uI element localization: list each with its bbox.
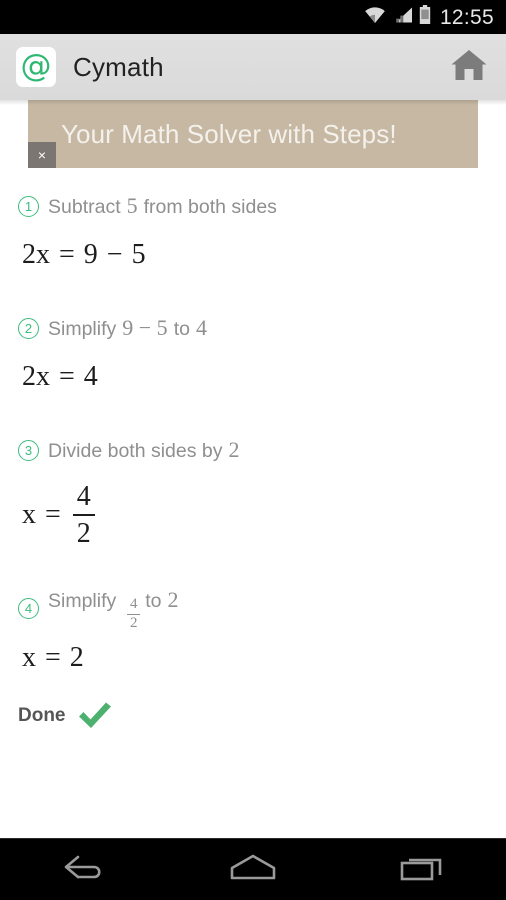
step-description: Subtract 5 from both sides <box>48 193 277 219</box>
nav-back-button[interactable] <box>39 846 129 894</box>
promo-banner-text: Your Math Solver with Steps! <box>61 118 397 149</box>
cymath-at-icon: @ <box>16 47 56 87</box>
step-number-badge: 4 <box>18 598 39 620</box>
android-nav-bar <box>0 838 506 900</box>
nav-home-button[interactable] <box>208 846 298 894</box>
step-desc-math: 2 <box>228 437 240 462</box>
home-icon <box>225 851 281 888</box>
step-desc-fraction: 4 2 <box>127 596 141 631</box>
solution-step: 1 Subtract 5 from both sides 2x = 9 − 5 <box>0 186 506 272</box>
fraction-numerator: 4 <box>130 596 138 613</box>
equation-token: 9 <box>83 239 98 270</box>
recents-icon <box>396 851 448 888</box>
step-desc-word: Simplify <box>48 318 117 340</box>
status-bar-clock: 12:55 <box>439 5 494 29</box>
step-header: 3 Divide both sides by 2 <box>18 430 488 470</box>
status-bar: 12:55 <box>0 0 506 34</box>
step-description: Simplify 4 2 to 2 <box>48 587 179 630</box>
fraction-denominator: 2 <box>130 614 138 631</box>
step-desc-math: 4 <box>195 315 207 340</box>
equation-token: − <box>106 239 123 270</box>
green-check-icon <box>77 701 113 731</box>
back-icon <box>58 851 110 888</box>
close-icon[interactable]: × <box>28 142 56 168</box>
equation-token: = <box>45 641 61 673</box>
step-desc-math: 5 <box>126 193 138 218</box>
equation-line: x = 2 <box>22 642 84 674</box>
fraction-numerator: 4 <box>76 481 91 512</box>
step-equation: x = 4 2 <box>18 470 488 549</box>
solution-step: 4 Simplify 4 2 to 2 x = 2 <box>0 587 506 675</box>
home-button[interactable] <box>446 44 492 90</box>
step-header: 1 Subtract 5 from both sides <box>18 186 488 226</box>
solution-step: 2 Simplify 9 − 5 to 4 2x = 4 <box>0 308 506 394</box>
step-equation: 2x = 9 − 5 <box>18 226 488 272</box>
equation-token: x <box>22 499 36 531</box>
step-header: 4 Simplify 4 2 to 2 <box>18 587 488 631</box>
app-bar: @ Cymath <box>0 34 506 105</box>
nav-recents-button[interactable] <box>377 846 467 894</box>
promo-banner-container: Your Math Solver with Steps! × <box>0 100 506 172</box>
equation-token: x <box>22 641 36 673</box>
equation-line: x = 4 2 <box>22 482 98 549</box>
step-desc-word: to <box>145 590 162 613</box>
step-number-badge: 1 <box>18 195 39 217</box>
equation-line: 2x = 9 − 5 <box>22 239 146 271</box>
step-equation: 2x = 4 <box>18 348 488 394</box>
step-desc-word: Divide both sides by <box>48 440 223 462</box>
fraction-bar <box>72 514 95 517</box>
equation-fraction: 4 2 <box>72 481 95 550</box>
step-desc-word: Simplify <box>48 590 117 613</box>
equation-token: = <box>59 361 75 392</box>
step-header: 2 Simplify 9 − 5 to 4 <box>18 308 488 348</box>
wifi-icon <box>363 6 387 29</box>
app-title: Cymath <box>73 51 164 82</box>
step-description: Divide both sides by 2 <box>48 437 240 463</box>
step-desc-math: 2 <box>167 587 179 613</box>
fraction-denominator: 2 <box>76 518 91 550</box>
at-glyph: @ <box>20 47 52 84</box>
step-number-badge: 2 <box>18 317 39 339</box>
solution-steps-list: 1 Subtract 5 from both sides 2x = 9 − 5 <box>0 172 506 838</box>
equation-token: 2x <box>22 239 50 270</box>
done-label: Done <box>18 704 66 726</box>
equation-token: 5 <box>131 239 146 270</box>
step-desc-math: 9 − 5 <box>122 315 168 340</box>
home-icon <box>450 48 488 87</box>
step-desc-word: Subtract <box>48 196 121 218</box>
equation-token: 4 <box>83 361 98 392</box>
equation-token: = <box>59 239 75 270</box>
step-equation: x = 2 <box>18 629 488 675</box>
equation-token: 2 <box>69 641 84 673</box>
battery-icon <box>419 5 431 29</box>
step-description: Simplify 9 − 5 to 4 <box>48 315 207 341</box>
status-bar-icons <box>363 5 431 29</box>
done-row: Done <box>0 675 506 731</box>
step-number-badge: 3 <box>18 439 39 461</box>
equation-line: 2x = 4 <box>22 361 98 393</box>
step-desc-word: to <box>173 318 190 340</box>
equation-token: 2x <box>22 361 50 392</box>
step-desc-word: from both sides <box>143 196 277 218</box>
signal-icon <box>393 6 413 29</box>
promo-banner[interactable]: Your Math Solver with Steps! <box>28 100 478 168</box>
app-root: 12:55 @ Cymath Your Math Solver with Ste… <box>0 0 506 900</box>
solution-step: 3 Divide both sides by 2 x = 4 2 <box>0 430 506 549</box>
equation-token: = <box>45 499 61 531</box>
